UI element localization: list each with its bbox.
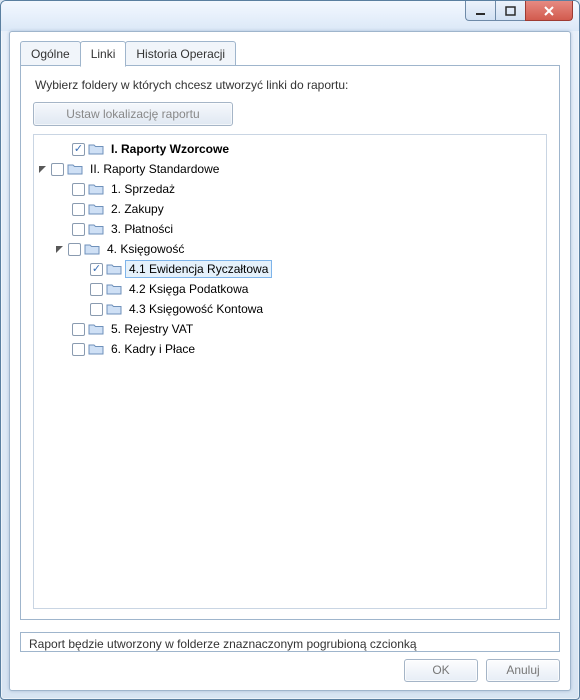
- minimize-button[interactable]: [465, 1, 495, 21]
- tree-label: 4.3 Księgowość Kontowa: [125, 300, 267, 318]
- folder-icon: [88, 222, 104, 236]
- checkbox[interactable]: [90, 283, 103, 296]
- close-button[interactable]: [525, 1, 573, 21]
- tree-label: I. Raporty Wzorcowe: [107, 140, 233, 158]
- tree-item-ksiegowosc[interactable]: 4. Księgowość: [36, 239, 542, 259]
- folder-icon: [106, 302, 122, 316]
- tab-panel-linki: Wybierz foldery w których chcesz utworzy…: [20, 65, 560, 620]
- tree-item-rejestry-vat[interactable]: 5. Rejestry VAT: [36, 319, 542, 339]
- set-location-button[interactable]: Ustaw lokalizację raportu: [33, 102, 233, 126]
- tree-item-platnosci[interactable]: 3. Płatności: [36, 219, 542, 239]
- maximize-icon: [505, 6, 517, 16]
- checkbox[interactable]: [72, 143, 85, 156]
- tree-label: 4.1 Ewidencja Ryczałtowa: [125, 260, 272, 278]
- tree-item-raporty-wzorcowe[interactable]: I. Raporty Wzorcowe: [36, 139, 542, 159]
- tree-label: 4.2 Księga Podatkowa: [125, 280, 252, 298]
- tree-item-ewidencja-ryczaltowa[interactable]: 4.1 Ewidencja Ryczałtowa: [36, 259, 542, 279]
- checkbox[interactable]: [72, 343, 85, 356]
- tree-label: 4. Księgowość: [103, 240, 188, 258]
- folder-icon: [88, 142, 104, 156]
- expander-icon[interactable]: [36, 163, 48, 175]
- folder-icon: [67, 162, 83, 176]
- cancel-button[interactable]: Anuluj: [486, 659, 560, 682]
- checkbox[interactable]: [90, 303, 103, 316]
- window-buttons: [465, 1, 573, 21]
- tree-item-ksiegowosc-kontowa[interactable]: 4.3 Księgowość Kontowa: [36, 299, 542, 319]
- tree-item-ksiega-podatkowa[interactable]: 4.2 Księga Podatkowa: [36, 279, 542, 299]
- tree-item-sprzedaz[interactable]: 1. Sprzedaż: [36, 179, 542, 199]
- checkbox[interactable]: [51, 163, 64, 176]
- checkbox[interactable]: [72, 183, 85, 196]
- tree-item-zakupy[interactable]: 2. Zakupy: [36, 199, 542, 219]
- folder-icon: [88, 322, 104, 336]
- dialog-actions: OK Anuluj: [404, 659, 560, 682]
- tree-item-kadry-place[interactable]: 6. Kadry i Płace: [36, 339, 542, 359]
- checkbox[interactable]: [90, 263, 103, 276]
- tree-label: II. Raporty Standardowe: [86, 160, 223, 178]
- tree-label: 1. Sprzedaż: [107, 180, 179, 198]
- client-area: Ogólne Linki Historia Operacji Wybierz f…: [9, 31, 571, 691]
- close-icon: [543, 6, 555, 16]
- tab-linki[interactable]: Linki: [80, 41, 127, 67]
- folder-icon: [106, 262, 122, 276]
- checkbox[interactable]: [72, 203, 85, 216]
- folder-icon: [84, 242, 100, 256]
- folder-tree[interactable]: I. Raporty Wzorcowe II. Raporty Standard…: [33, 134, 547, 609]
- checkbox[interactable]: [72, 323, 85, 336]
- dialog-window: Ogólne Linki Historia Operacji Wybierz f…: [0, 0, 580, 700]
- instruction-text: Wybierz foldery w których chcesz utworzy…: [35, 78, 545, 92]
- checkbox[interactable]: [72, 223, 85, 236]
- tab-historia[interactable]: Historia Operacji: [125, 41, 236, 67]
- tree-label: 2. Zakupy: [107, 200, 168, 218]
- titlebar: [1, 1, 579, 31]
- folder-icon: [106, 282, 122, 296]
- tab-strip: Ogólne Linki Historia Operacji: [20, 40, 560, 66]
- folder-icon: [88, 202, 104, 216]
- footnote: Raport będzie utworzony w folderze znazn…: [20, 632, 560, 652]
- minimize-icon: [475, 6, 487, 16]
- tab-ogolne[interactable]: Ogólne: [20, 41, 81, 67]
- expander-icon[interactable]: [53, 243, 65, 255]
- tree-label: 3. Płatności: [107, 220, 177, 238]
- tree-item-raporty-standardowe[interactable]: II. Raporty Standardowe: [36, 159, 542, 179]
- checkbox[interactable]: [68, 243, 81, 256]
- tree-label: 6. Kadry i Płace: [107, 340, 199, 358]
- maximize-button[interactable]: [495, 1, 525, 21]
- folder-icon: [88, 182, 104, 196]
- folder-icon: [88, 342, 104, 356]
- tree-label: 5. Rejestry VAT: [107, 320, 197, 338]
- ok-button[interactable]: OK: [404, 659, 478, 682]
